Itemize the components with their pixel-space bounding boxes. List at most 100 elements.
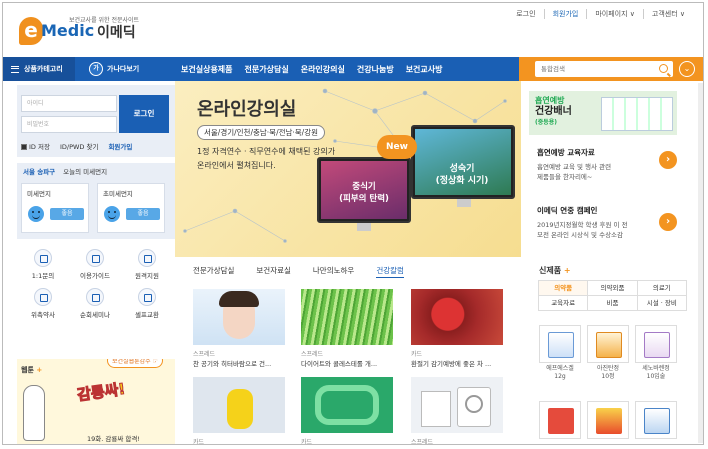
intestine-image — [301, 377, 393, 433]
jujube-tea-image — [411, 289, 503, 345]
category-quasi-drug[interactable]: 의약외품 — [587, 280, 638, 296]
site-header: 보건교사를 위한 전문사이트 e Medic 이메딕 로그인 회원가입 마이페이… — [3, 3, 703, 55]
product-item[interactable] — [635, 401, 677, 441]
dust-card-pm10: 미세먼지 좋음 — [21, 183, 89, 233]
tab-health-column[interactable]: 건강칼럼 — [376, 265, 404, 278]
chevron-down-icon[interactable]: ⌄ — [679, 61, 695, 77]
product-image — [587, 401, 629, 439]
product-item[interactable]: 에프에스겔 12g — [539, 325, 581, 381]
content-card[interactable]: 카드 — [301, 377, 393, 445]
search-input[interactable] — [535, 61, 645, 77]
info-campaign[interactable]: 이메딕 연중 캠페인 2019년지정월학 학생 후원 이 전 모전 온라인 시상식… — [537, 205, 665, 240]
banner-desc-line: 1정 자격연수 · 직무연수에 채택된 강의가 — [197, 147, 336, 156]
online-lecture-banner[interactable]: 온라인강의실 서울/경기/인천/충남·북/전남·북/강원 1정 자격연수 · 직… — [175, 81, 521, 257]
banner-regions: 서울/경기/인천/충남·북/전남·북/강원 — [197, 125, 326, 140]
webtoon-tag[interactable]: 보건실웹툰감주 ☞ — [107, 359, 163, 368]
plus-icon[interactable]: + — [36, 366, 42, 374]
service-remote[interactable]: 원격지원 — [121, 249, 173, 280]
content-card[interactable]: 카드 환절기 감기예방에 좋은 차 ... — [411, 289, 503, 368]
smoking-prevention-banner[interactable]: 흡연예방 건강배너 (중등용) — [529, 91, 677, 135]
content-card[interactable]: 스프레드 — [411, 377, 503, 444]
product-item[interactable] — [587, 401, 629, 441]
utility-menu: 로그인 회원가입 마이페이지 ∨ 고객센터 ∨ — [508, 9, 693, 19]
signup-link[interactable]: 회원가입 — [543, 9, 587, 19]
card-tag: 스프레드 — [193, 351, 216, 358]
product-package — [644, 408, 670, 434]
nav-item-health-share[interactable]: 건강나눔방 — [357, 64, 394, 75]
ga-na-da-button[interactable]: 가 가나다보기 — [89, 57, 139, 81]
password-input[interactable]: 비밀번호 — [21, 116, 117, 133]
service-inquiry[interactable]: 1:1문의 — [17, 249, 69, 280]
service-pharmacist[interactable]: 위촉약사 — [17, 288, 69, 319]
category-medical-device[interactable]: 의료기 — [636, 280, 687, 296]
save-id-checkbox[interactable]: ID 저장 — [21, 141, 50, 151]
product-image — [587, 325, 629, 363]
content-card[interactable]: 스프레드 다이어트와 콜레스테롤 개... — [301, 289, 393, 368]
login-link[interactable]: 로그인 — [508, 9, 543, 19]
service-guide[interactable]: 이용가이드 — [69, 249, 121, 280]
logo-e-mark: e — [19, 17, 43, 45]
content-card[interactable]: 스프레드 찬 공기와 히터바람으로 건... — [193, 289, 285, 368]
info-desc-line: 흡연예방 교육 및 행사 관련 — [537, 163, 612, 171]
monitor-icon — [138, 249, 156, 267]
product-package — [596, 408, 622, 434]
product-image — [539, 325, 581, 363]
service-seminar[interactable]: 순회세미나 — [69, 288, 121, 319]
monitor-image-right: 성숙기 (정상화 시기) — [411, 125, 515, 199]
info-title: 흡연예방 교육자료 — [537, 148, 595, 157]
support-link[interactable]: 고객센터 ∨ — [642, 9, 693, 19]
smile-face-icon — [104, 206, 120, 222]
webtoon-panel[interactable]: 웹툰 + 보건실웹툰감주 ☞ 감룡싸! 19화. 감룡싸 합격! — [17, 359, 175, 444]
chevron-right-icon[interactable]: › — [659, 151, 677, 169]
tab-health-data[interactable]: 보건자료실 — [256, 265, 291, 278]
product-image — [635, 325, 677, 363]
info-desc: 2019년지정월학 학생 후원 이 전 모전 온라인 시상식 및 수상소감 — [537, 220, 665, 240]
webtoon-label: 웹툰 + — [21, 365, 42, 375]
content-card[interactable]: 카드 — [193, 377, 285, 445]
card-caption: 환절기 감기예방에 좋은 차 ... — [411, 360, 492, 368]
product-item[interactable]: 아진탄정 10정 — [587, 325, 629, 381]
info-desc: 흡연예방 교육 및 행사 관련 제품들을 한자리에~ — [537, 162, 665, 182]
dust-label: 미세먼지 — [27, 190, 51, 198]
category-supplies[interactable]: 비품 — [587, 295, 638, 311]
banner-desc-line: 온라인에서 펼쳐집니다. — [197, 161, 276, 170]
card-tag: 카드 — [193, 439, 205, 445]
nav-item-products[interactable]: 보건실상용제품 — [181, 64, 233, 75]
id-input[interactable]: 아이디 — [21, 95, 117, 112]
tab-expert[interactable]: 전문가상담실 — [193, 265, 234, 278]
product-package — [548, 408, 574, 434]
tab-knowhow[interactable]: 나만의노하우 — [313, 265, 354, 278]
card-tag: 카드 — [301, 439, 313, 445]
category-education[interactable]: 교육자료 — [538, 295, 589, 311]
washing-machine-image — [411, 377, 503, 433]
nav-item-expert[interactable]: 전문가상담실 — [245, 64, 289, 75]
webtoon-title: 감룡싸! — [76, 379, 127, 405]
service-exchange[interactable]: 셀프교환 — [121, 288, 173, 319]
search-icon[interactable] — [659, 64, 668, 73]
chat-icon — [34, 249, 52, 267]
find-account-link[interactable]: ID/PWD 찾기 — [60, 141, 99, 151]
page-scrollbar[interactable] — [698, 83, 703, 443]
caption-line: (정상화 시기) — [435, 176, 489, 186]
category-facility[interactable]: 시설 · 장비 — [636, 295, 687, 311]
join-link[interactable]: 회원가입 — [108, 141, 132, 151]
product-item[interactable]: 세노바렌정 10입술 — [635, 325, 677, 381]
category-medicine[interactable]: 의약품 — [538, 280, 589, 296]
logo-wordmark: Medic — [41, 21, 95, 40]
save-id-label: ID 저장 — [29, 143, 50, 151]
plus-icon[interactable]: + — [564, 266, 571, 275]
info-smoking-material[interactable]: 흡연예방 교육자료 흡연예방 교육 및 행사 관련 제품들을 한자리에~ — [537, 147, 665, 182]
category-menu-button[interactable]: 상품카테고리 — [3, 57, 75, 81]
nav-item-online-lecture[interactable]: 온라인강의실 — [301, 64, 345, 75]
banner-title: 온라인강의실 — [197, 99, 297, 120]
dust-city[interactable]: 서울 송파구 — [23, 166, 55, 176]
monitor-caption: 중식기 (피부의 탄력) — [329, 181, 399, 205]
nav-item-teacher-room[interactable]: 보건교사방 — [406, 64, 443, 75]
login-button[interactable]: 로그인 — [119, 95, 169, 133]
login-options: ID 저장 ID/PWD 찾기 회원가입 — [21, 141, 132, 151]
seminar-icon — [86, 288, 104, 306]
mypage-link[interactable]: 마이페이지 ∨ — [586, 9, 643, 19]
product-item[interactable] — [539, 401, 581, 441]
chevron-right-icon[interactable]: › — [659, 213, 677, 231]
product-name: 에프에스겔 — [546, 365, 574, 372]
